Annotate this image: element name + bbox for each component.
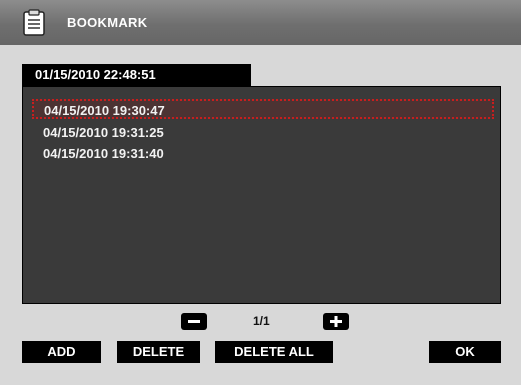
- bookmark-item[interactable]: 04/15/2010 19:31:40: [33, 144, 164, 164]
- bookmark-list[interactable]: 04/15/2010 19:30:47 04/15/2010 19:31:25 …: [22, 86, 501, 304]
- add-button[interactable]: ADD: [22, 341, 101, 363]
- dialog-title: BOOKMARK: [67, 15, 148, 30]
- delete-button[interactable]: DELETE: [117, 341, 200, 363]
- minus-icon: [188, 320, 200, 323]
- clipboard-icon: [23, 9, 45, 36]
- title-bar: BOOKMARK: [0, 0, 521, 45]
- page-indicator: 1/1: [253, 314, 270, 328]
- current-datetime-tab: 01/15/2010 22:48:51: [22, 64, 251, 86]
- bookmark-dialog: BOOKMARK 01/15/2010 22:48:51 04/15/2010 …: [0, 0, 521, 385]
- next-page-button[interactable]: [323, 313, 349, 330]
- bookmark-item[interactable]: 04/15/2010 19:31:25: [33, 123, 164, 143]
- plus-icon: [330, 316, 342, 327]
- prev-page-button[interactable]: [181, 313, 207, 330]
- bookmark-item[interactable]: 04/15/2010 19:30:47: [32, 99, 494, 119]
- delete-all-button[interactable]: DELETE ALL: [215, 341, 333, 363]
- ok-button[interactable]: OK: [429, 341, 501, 363]
